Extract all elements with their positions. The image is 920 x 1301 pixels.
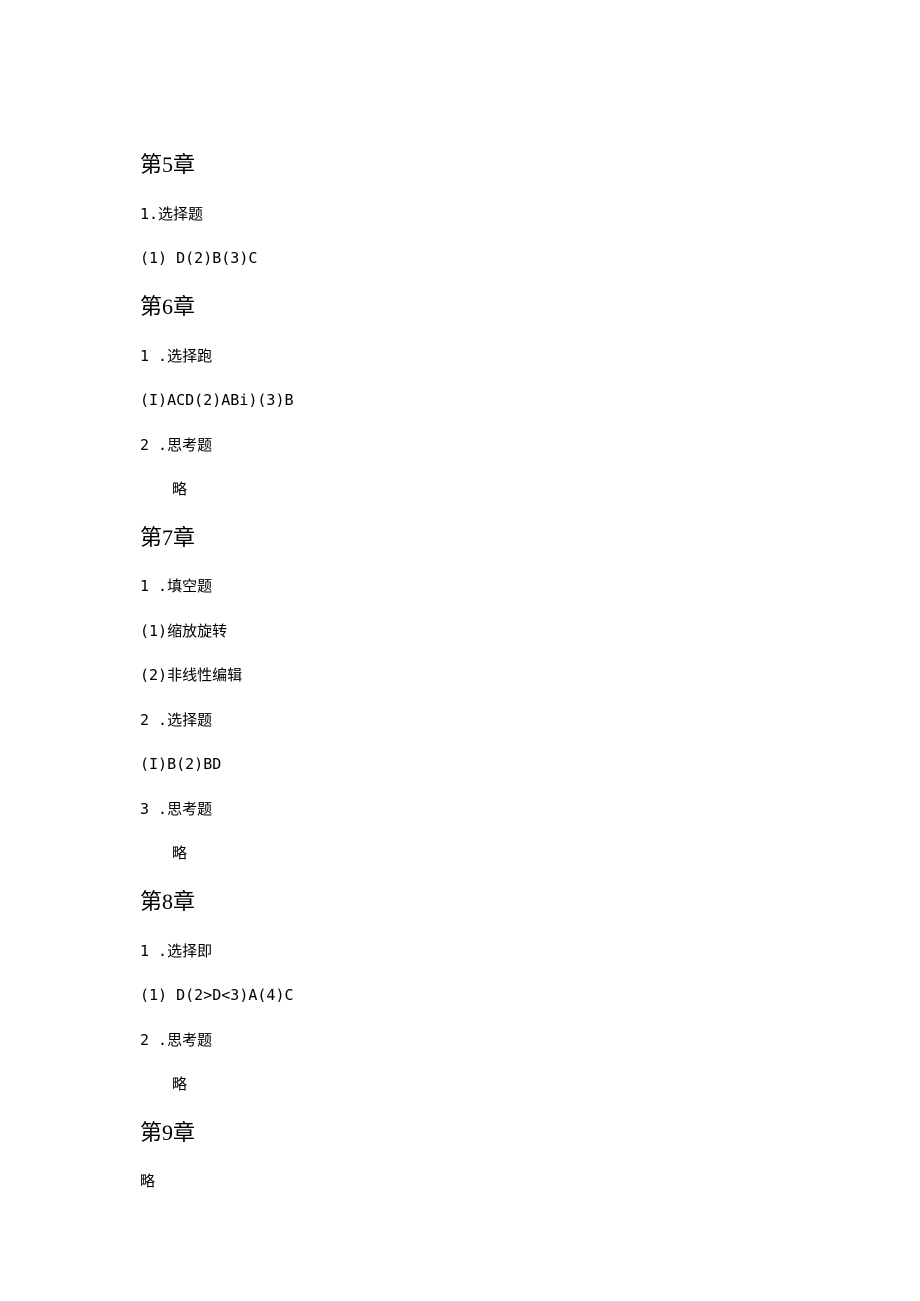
ch7-q1-a1: (1)缩放旋转 — [140, 620, 780, 643]
ch7-q2-answer: (I)B(2)BD — [140, 753, 780, 776]
ch6-q2-answer: 略 — [140, 478, 780, 501]
chapter-7-heading: 第7章 — [140, 523, 780, 554]
ch6-q2-label: 2 .思考题 — [140, 434, 780, 457]
ch5-q1-answer: (1) D(2)B(3)C — [140, 247, 780, 270]
document-page: 第5章 1.选择题 (1) D(2)B(3)C 第6章 1 .选择跑 (I)AC… — [0, 0, 920, 1255]
ch7-q1-label: 1 .填空题 — [140, 575, 780, 598]
ch6-q1-label: 1 .选择跑 — [140, 345, 780, 368]
ch7-q2-label: 2 .选择题 — [140, 709, 780, 732]
ch8-q1-answer: (1) D(2>D<3)A(4)C — [140, 984, 780, 1007]
ch7-q3-label: 3 .思考题 — [140, 798, 780, 821]
chapter-8-heading: 第8章 — [140, 887, 780, 918]
chapter-9-heading: 第9章 — [140, 1118, 780, 1149]
ch5-q1-label: 1.选择题 — [140, 203, 780, 226]
ch7-q3-answer: 略 — [140, 842, 780, 865]
ch7-q1-a2: (2)非线性编辑 — [140, 664, 780, 687]
ch8-q2-answer: 略 — [140, 1073, 780, 1096]
chapter-6-heading: 第6章 — [140, 292, 780, 323]
ch8-q2-label: 2 .思考题 — [140, 1029, 780, 1052]
ch9-body: 略 — [140, 1170, 780, 1193]
ch6-q1-answer: (I)ACD(2)ABi)(3)B — [140, 389, 780, 412]
chapter-5-heading: 第5章 — [140, 150, 780, 181]
ch8-q1-label: 1 .选择即 — [140, 940, 780, 963]
